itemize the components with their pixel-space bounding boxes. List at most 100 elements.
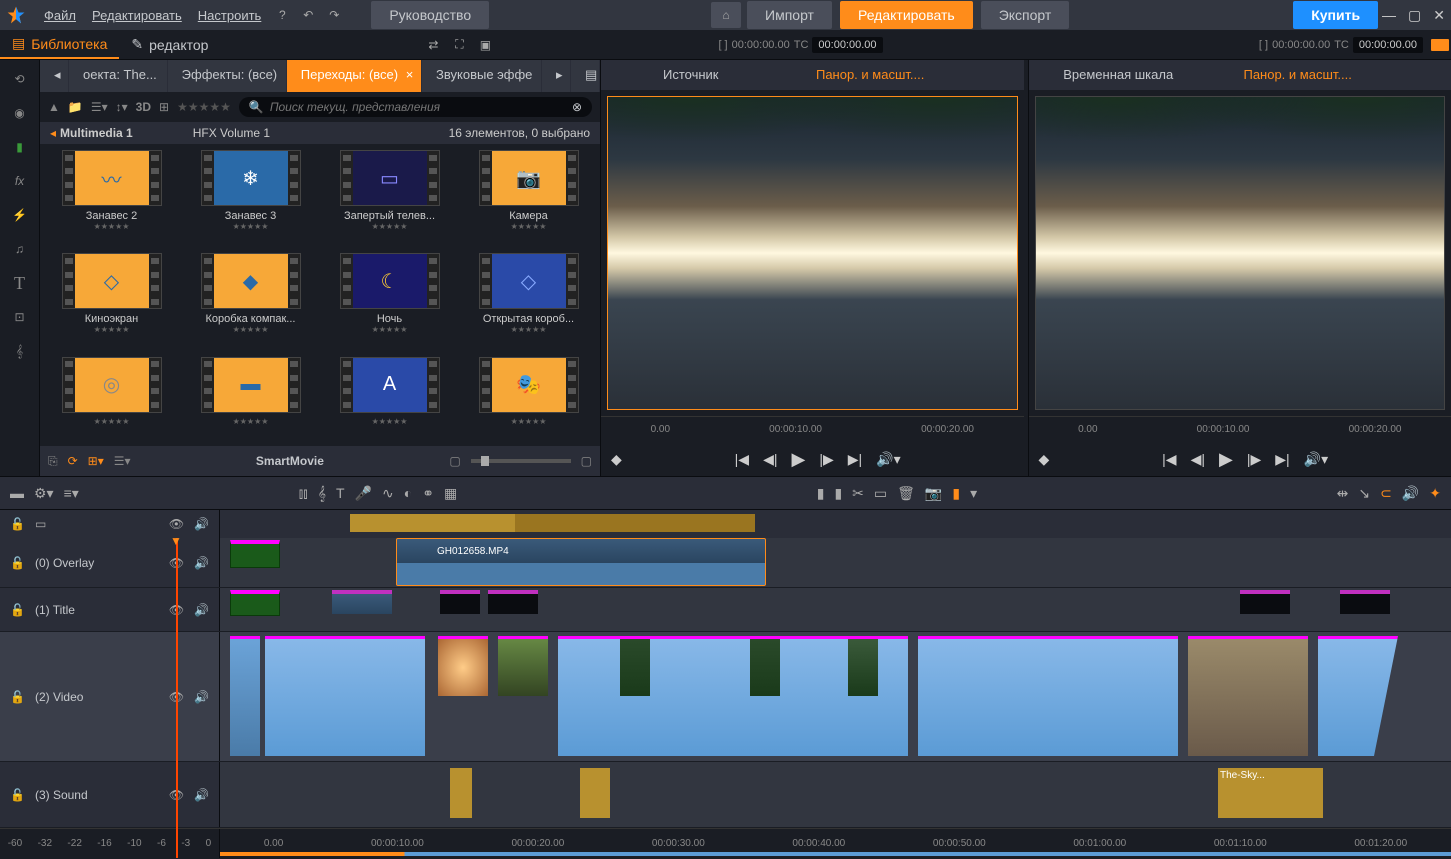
source-preview[interactable] — [607, 96, 1018, 410]
library-item-0[interactable]: 〰 Занавес 2 ★★★★★ — [46, 150, 177, 245]
source-ruler[interactable]: 0.00 00:00:10.00 00:00:20.00 — [601, 416, 1024, 442]
src-play-icon[interactable]: ▶ — [791, 449, 805, 470]
collapse-icon[interactable]: ◂ — [50, 126, 56, 140]
tl-play-icon[interactable]: ▶ — [1219, 449, 1233, 470]
pv-tab-empty-1[interactable] — [960, 60, 1024, 90]
tl-trash-icon[interactable]: 🗑 — [897, 485, 915, 502]
src-goto-start-icon[interactable]: |◀ — [735, 451, 749, 468]
tl-layout-icon[interactable]: ▬ — [10, 485, 24, 501]
tab-export[interactable]: Экспорт — [981, 1, 1070, 29]
sound-clip-3[interactable]: The-Sky... — [1218, 768, 1323, 818]
side-audio-icon[interactable]: 𝄞 — [7, 338, 33, 364]
video-clip-3[interactable] — [498, 636, 548, 696]
libtab-prev[interactable]: ◂ — [40, 60, 68, 92]
tl-marker-icon[interactable]: ▮ — [952, 485, 960, 502]
close-button[interactable]: ✕ — [1433, 7, 1445, 24]
rating-filter[interactable]: ★★★★★ — [177, 100, 231, 114]
category-multimedia[interactable]: Multimedia 1 — [60, 126, 133, 140]
tl-volume-icon[interactable]: 🔊▾ — [1304, 451, 1328, 468]
tl-text-icon[interactable]: T — [336, 485, 345, 501]
video-lock-icon[interactable]: 🔓 — [10, 690, 25, 704]
library-item-11[interactable]: 🎭 ★★★★★ — [463, 357, 594, 440]
tab-close-icon[interactable]: × — [406, 67, 414, 82]
category-hfx[interactable]: HFX Volume 1 — [193, 126, 270, 140]
title-clip-3[interactable] — [488, 590, 538, 614]
side-music-icon[interactable]: ♫ — [7, 236, 33, 262]
tl-insert-icon[interactable]: ↘ — [1358, 485, 1370, 502]
search-input[interactable]: 🔍 ⊗ — [239, 97, 592, 117]
playhead[interactable] — [176, 538, 178, 858]
menu-setup[interactable]: Настроить — [190, 4, 270, 27]
tab-edit[interactable]: Редактировать — [840, 1, 973, 29]
3d-toggle[interactable]: 3D — [136, 100, 151, 114]
library-item-3[interactable]: 📷 Камера ★★★★★ — [463, 150, 594, 245]
video-clip-7[interactable] — [848, 636, 878, 696]
redo-icon[interactable]: ↷ — [323, 4, 345, 26]
tl-step-fwd-icon[interactable]: |▶ — [1247, 451, 1261, 468]
timeline-ruler[interactable]: 0.00 00:00:10.00 00:00:20.00 — [1029, 416, 1451, 442]
title-clip-4[interactable] — [1240, 590, 1290, 614]
title-lock-icon[interactable]: 🔓 — [10, 603, 25, 617]
side-overlay-icon[interactable]: ⊡ — [7, 304, 33, 330]
menu-edit[interactable]: Редактировать — [84, 4, 190, 27]
src-step-fwd-icon[interactable]: |▶ — [819, 451, 833, 468]
tl-treble-icon[interactable]: 𝄞 — [318, 485, 326, 502]
libtab-next[interactable]: ▸ — [542, 60, 570, 92]
footer-expand-icon[interactable]: ▢ — [449, 454, 460, 468]
dual-icon[interactable]: ▣ — [474, 34, 496, 56]
library-item-9[interactable]: ▬ ★★★★★ — [185, 357, 316, 440]
tl-split-out-icon[interactable]: ▮ — [834, 485, 842, 502]
smartmovie-label[interactable]: SmartMovie — [141, 454, 440, 468]
library-item-8[interactable]: ◎ ★★★★★ — [46, 357, 177, 440]
tl-rect-icon[interactable]: ▭ — [874, 485, 887, 502]
library-item-6[interactable]: ☾ Ночь ★★★★★ — [324, 253, 455, 348]
pv-tab-source[interactable]: Источник — [601, 60, 780, 90]
tl-settings-icon[interactable]: ⚙▾ — [34, 485, 54, 502]
tl-split-in-icon[interactable]: ▮ — [817, 485, 825, 502]
library-item-2[interactable]: ▭ Запертый телев... ★★★★★ — [324, 150, 455, 245]
timeline-preview[interactable] — [1035, 96, 1446, 410]
tab-import[interactable]: Импорт — [747, 1, 832, 29]
video-speaker-icon[interactable]: 🔊 — [194, 690, 209, 704]
pv-tab-timeline[interactable]: Временная шкала — [1029, 60, 1208, 90]
tc-box-2[interactable]: 00:00:00.00 — [1353, 37, 1423, 53]
buy-button[interactable]: Купить — [1293, 1, 1378, 29]
tl-step-back-icon[interactable]: ◀| — [1191, 451, 1205, 468]
side-transitions-icon[interactable]: ⚡ — [7, 202, 33, 228]
menu-file[interactable]: Файл — [36, 4, 84, 27]
library-item-5[interactable]: ◆ Коробка компак... ★★★★★ — [185, 253, 316, 348]
footer-copy-icon[interactable]: ⎘ — [48, 454, 58, 469]
master-eye-icon[interactable]: 👁 — [169, 517, 184, 531]
tl-color-icon[interactable]: ◐ — [404, 485, 412, 501]
tl-camera-icon[interactable]: 📷 — [925, 485, 942, 502]
master-speaker-icon[interactable]: 🔊 — [194, 517, 209, 531]
side-fx-icon[interactable]: fx — [7, 168, 33, 194]
sound-speaker-icon[interactable]: 🔊 — [194, 788, 209, 802]
title-clip-0[interactable] — [230, 590, 280, 616]
video-clip-8[interactable] — [918, 636, 1178, 756]
overlay-lock-icon[interactable]: 🔓 — [10, 556, 25, 570]
overlay-clip-1[interactable] — [230, 540, 280, 568]
video-clip-6[interactable] — [750, 636, 780, 696]
undo-icon[interactable]: ↶ — [297, 4, 319, 26]
tl-wave-icon[interactable]: ∿ — [382, 485, 394, 502]
video-clip-0[interactable] — [230, 636, 260, 756]
home-icon[interactable]: ⌂ — [711, 2, 741, 28]
pv-tab-panzoom-1[interactable]: Панор. и масшт.... — [780, 60, 959, 90]
zoom-slider[interactable] — [471, 459, 571, 463]
tl-mark-in-icon[interactable]: ◆ — [1039, 451, 1050, 468]
pv-tab-empty-2[interactable] — [1387, 60, 1451, 90]
library-item-1[interactable]: ❄ Занавес 3 ★★★★★ — [185, 150, 316, 245]
tl-mixer-icon[interactable]: ⫾⫾ — [299, 485, 308, 502]
master-mode-icon[interactable]: ▭ — [35, 517, 46, 531]
help-icon[interactable]: ? — [271, 4, 293, 26]
swap-icon[interactable]: ⇄ — [422, 34, 444, 56]
master-lock-icon[interactable]: 🔓 — [10, 517, 25, 531]
tl-goto-end-icon[interactable]: ▶| — [1275, 451, 1289, 468]
maximize-button[interactable]: ▢ — [1408, 7, 1421, 24]
library-item-10[interactable]: A ★★★★★ — [324, 357, 455, 440]
sound-clip-2[interactable] — [580, 768, 610, 818]
sound-clip-1[interactable] — [450, 768, 472, 818]
libtab-project[interactable]: оекта: The... — [69, 60, 167, 92]
src-volume-icon[interactable]: 🔊▾ — [876, 451, 900, 468]
